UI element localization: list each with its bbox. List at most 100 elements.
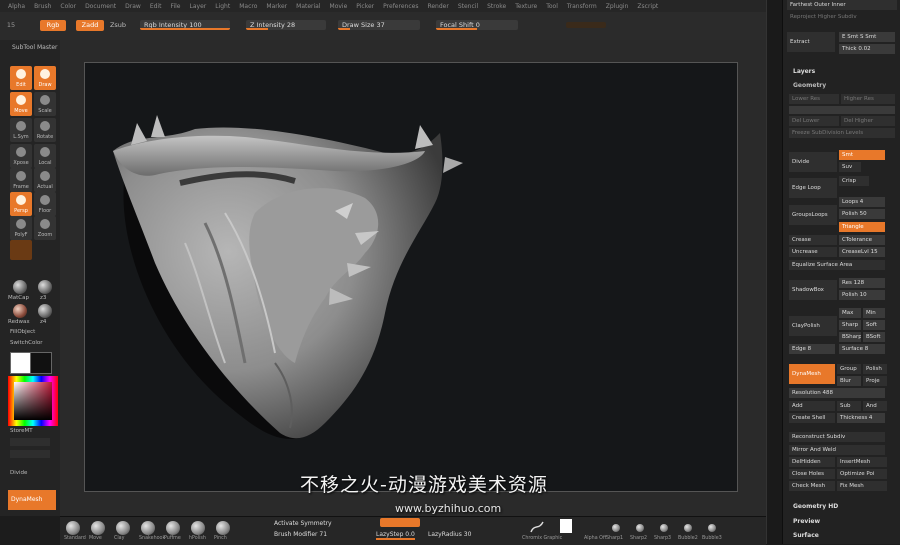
zadd-button[interactable]: Zadd <box>76 20 104 31</box>
draw-size-slider[interactable]: Draw Size 37 <box>338 20 420 30</box>
right-scroll-gutter[interactable] <box>766 0 783 544</box>
smt-toggles[interactable]: E Smt S Smt <box>839 32 895 42</box>
dynamesh-shortcut-button[interactable]: DynaMesh <box>8 490 56 510</box>
create-shell-button[interactable]: Create Shell <box>789 413 835 423</box>
menu-movie[interactable]: Movie <box>330 3 348 10</box>
frame-button[interactable]: Frame <box>10 168 32 192</box>
lsym-button[interactable]: L.Sym <box>10 118 32 142</box>
divide-shortcut-button[interactable]: Divide <box>10 470 27 476</box>
activate-symmetry-button[interactable]: Activate Symmetry <box>274 520 332 527</box>
crease-level-slider[interactable]: CreaseLvl 15 <box>839 247 885 257</box>
subtool-master-label[interactable]: SubTool Master <box>12 44 57 51</box>
move-button[interactable]: Move <box>10 92 32 116</box>
draw-button[interactable]: Draw <box>34 66 56 90</box>
lower-res-button[interactable]: Lower Res <box>789 94 839 104</box>
crisp-toggle[interactable]: Crisp <box>839 176 869 186</box>
geometry-hd-header[interactable]: Geometry HD <box>793 503 838 510</box>
blur-slider[interactable]: Blur <box>837 376 861 386</box>
actual-button[interactable]: Actual <box>34 168 56 192</box>
persp-button[interactable]: Persp <box>10 192 32 216</box>
focal-shift-slider[interactable]: Focal Shift 0 <box>436 20 518 30</box>
preview-header[interactable]: Preview <box>793 518 820 525</box>
brush-modifier-slider[interactable]: Brush Modifier 71 <box>274 531 327 538</box>
color-picker-square[interactable] <box>14 382 52 420</box>
brush-snakehook-icon[interactable] <box>141 521 155 535</box>
menu-material[interactable]: Material <box>296 3 320 10</box>
storemt-button[interactable]: StoreMT <box>10 428 33 434</box>
brush-move-icon[interactable] <box>91 521 105 535</box>
brush-standard-icon[interactable] <box>66 521 80 535</box>
shadowbox-polish-slider[interactable]: Polish 10 <box>839 290 885 300</box>
surface-slider[interactable]: Surface 8 <box>839 344 885 354</box>
alpha-swatch[interactable] <box>560 519 572 533</box>
bsharp-slider[interactable]: BSharp <box>839 332 861 342</box>
insertmesh-button[interactable]: InsertMesh <box>837 457 887 467</box>
mirror-weld-button[interactable]: Mirror And Weld <box>789 445 885 455</box>
alpha-sharp1-icon[interactable] <box>612 524 620 532</box>
brush-clay-icon[interactable] <box>116 521 130 535</box>
group-toggle[interactable]: Group <box>837 364 861 374</box>
and-button[interactable]: And <box>863 401 887 411</box>
triangle-toggle[interactable]: Triangle <box>839 222 885 232</box>
document-canvas[interactable] <box>84 62 738 492</box>
groups-loops-button[interactable]: GroupsLoops <box>789 205 837 225</box>
alpha-off-label[interactable]: Alpha Off <box>584 536 606 541</box>
suv-toggle[interactable]: Suv <box>839 162 861 172</box>
color-picker-hue-ring[interactable] <box>8 376 58 426</box>
res-slider[interactable]: Res 128 <box>839 278 885 288</box>
freeze-subdiv-button[interactable]: Freeze SubDivision Levels <box>789 128 895 138</box>
main-color-swatch[interactable] <box>10 352 32 374</box>
menu-texture[interactable]: Texture <box>515 3 537 10</box>
dynamesh-button[interactable]: DynaMesh <box>789 364 835 384</box>
menu-stroke[interactable]: Stroke <box>487 3 506 10</box>
extract-mode-row[interactable]: Farthest Outer Inner <box>787 0 897 10</box>
sharp-slider[interactable]: Sharp <box>839 320 861 330</box>
alpha-bubble2-icon[interactable] <box>684 524 692 532</box>
claypolish-button[interactable]: ClayPolish <box>789 316 837 336</box>
close-holes-button[interactable]: Close Holes <box>789 469 835 479</box>
alpha-sharp2-icon[interactable] <box>636 524 644 532</box>
menu-alpha[interactable]: Alpha <box>8 3 25 10</box>
menu-brush[interactable]: Brush <box>34 3 51 10</box>
menu-stencil[interactable]: Stencil <box>458 3 478 10</box>
alpha-bubble3-icon[interactable] <box>708 524 716 532</box>
blank-button-1[interactable] <box>10 438 50 446</box>
menu-edit[interactable]: Edit <box>150 3 162 10</box>
menu-preferences[interactable]: Preferences <box>383 3 418 10</box>
bsoft-slider[interactable]: BSoft <box>863 332 885 342</box>
xpose-button[interactable]: Xpose <box>10 144 32 168</box>
scale-button[interactable]: Scale <box>34 92 56 116</box>
material-matcap[interactable] <box>13 280 27 294</box>
lazyradius-slider[interactable]: LazyRadius 30 <box>428 531 471 538</box>
del-lower-button[interactable]: Del Lower <box>789 116 839 126</box>
loops-slider[interactable]: Loops 4 <box>839 197 885 207</box>
rotate-button[interactable]: Rotate <box>34 118 56 142</box>
menu-layer[interactable]: Layer <box>190 3 207 10</box>
menu-tool[interactable]: Tool <box>546 3 558 10</box>
transp-button[interactable] <box>10 240 32 260</box>
menu-file[interactable]: File <box>170 3 180 10</box>
lazystep-slider[interactable]: LazyStep 0.0 <box>376 531 415 540</box>
switch-color-button[interactable]: SwitchColor <box>10 340 43 346</box>
edge-loop-button[interactable]: Edge Loop <box>789 178 837 198</box>
rgb-intensity-slider[interactable]: Rgb Intensity 100 <box>140 20 230 30</box>
local-button[interactable]: Local <box>34 144 56 168</box>
smt-toggle[interactable]: Smt <box>839 150 885 160</box>
rgb-button[interactable]: Rgb <box>40 20 66 31</box>
menu-render[interactable]: Render <box>427 3 448 10</box>
menu-zplugin[interactable]: Zplugin <box>606 3 629 10</box>
fill-object-button[interactable]: FillObject <box>10 329 35 335</box>
menu-draw[interactable]: Draw <box>125 3 141 10</box>
reproject-row[interactable]: Reproject Higher Subdiv <box>787 12 897 22</box>
material-z3[interactable] <box>38 280 52 294</box>
menu-picker[interactable]: Picker <box>356 3 374 10</box>
equalize-button[interactable]: Equalize Surface Area <box>789 260 885 270</box>
menu-light[interactable]: Light <box>215 3 230 10</box>
menu-color[interactable]: Color <box>60 3 76 10</box>
del-higher-button[interactable]: Del Higher <box>841 116 895 126</box>
delhidden-button[interactable]: DelHidden <box>789 457 835 467</box>
menu-zscript[interactable]: Zscript <box>637 3 658 10</box>
min-slider[interactable]: Min <box>863 308 885 318</box>
secondary-color-swatch[interactable] <box>30 352 52 374</box>
higher-res-button[interactable]: Higher Res <box>841 94 895 104</box>
